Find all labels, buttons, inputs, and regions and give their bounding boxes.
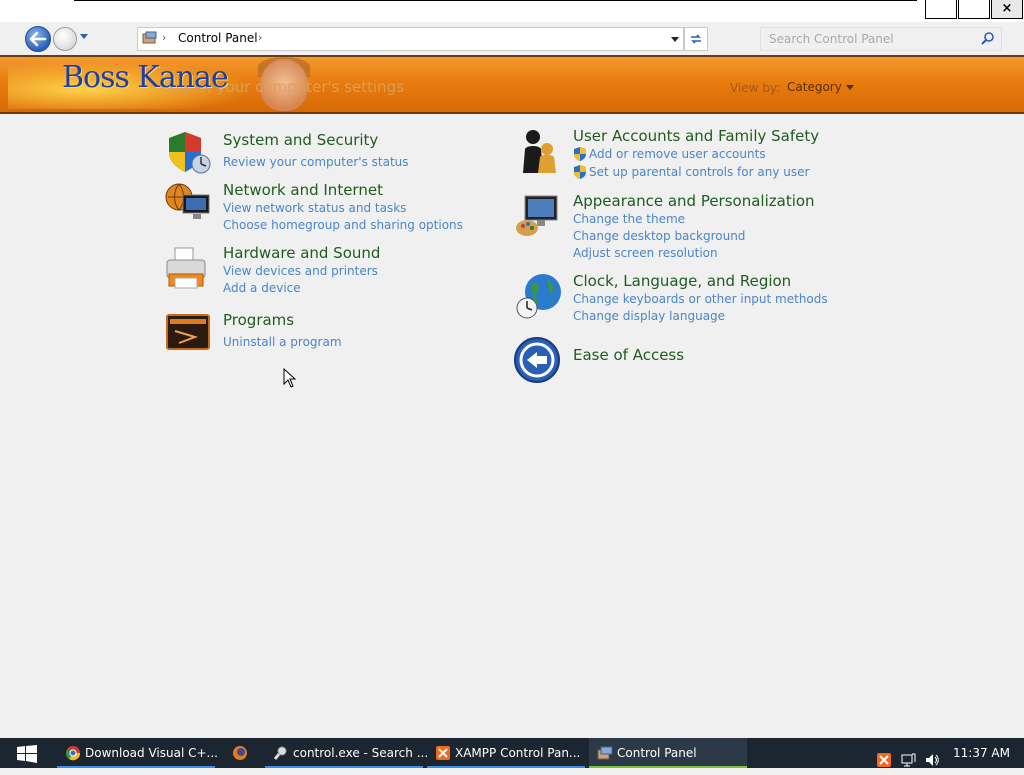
maximize-button[interactable] bbox=[958, 0, 990, 19]
taskbar-item-label: Control Panel bbox=[617, 746, 697, 760]
title-bar-gap bbox=[0, 0, 74, 1]
link-add-device[interactable]: Add a device bbox=[223, 281, 301, 295]
taskbar-item-label: control.exe - Search ... bbox=[293, 746, 429, 760]
globe-clock-icon[interactable] bbox=[515, 272, 563, 320]
windows-start-icon[interactable] bbox=[17, 745, 37, 763]
printer-icon[interactable] bbox=[165, 244, 213, 292]
link-desktop-background[interactable]: Change desktop background bbox=[573, 229, 745, 243]
title-bar: × bbox=[0, 0, 1024, 22]
category-title[interactable]: Hardware and Sound bbox=[223, 244, 380, 262]
link-view-devices[interactable]: View devices and printers bbox=[223, 264, 378, 278]
taskbar-item-xampp[interactable]: XAMPP Control Pan... bbox=[427, 738, 585, 768]
network-globe-icon[interactable] bbox=[165, 181, 213, 229]
category-title[interactable]: User Accounts and Family Safety bbox=[573, 127, 819, 145]
address-bar[interactable]: › Control Panel › bbox=[137, 27, 684, 51]
control-panel-icon bbox=[597, 746, 613, 760]
link-display-language[interactable]: Change display language bbox=[573, 309, 725, 323]
link-screen-resolution[interactable]: Adjust screen resolution bbox=[573, 246, 718, 260]
programs-icon[interactable] bbox=[165, 311, 213, 359]
clock[interactable]: 11:37 AM bbox=[953, 746, 1010, 760]
taskbar-item-search[interactable]: control.exe - Search ... bbox=[265, 738, 428, 768]
search-icon[interactable] bbox=[981, 31, 995, 45]
link-uninstall[interactable]: Uninstall a program bbox=[223, 335, 342, 349]
category-title[interactable]: Programs bbox=[223, 311, 294, 329]
view-by-dropdown[interactable]: Category bbox=[787, 80, 854, 94]
category-title[interactable]: System and Security bbox=[223, 131, 378, 149]
uac-shield-icon bbox=[574, 147, 586, 161]
close-button[interactable]: × bbox=[991, 0, 1023, 19]
refresh-button[interactable] bbox=[684, 27, 708, 51]
title-bar-line bbox=[74, 0, 917, 1]
taskbar-item-control-panel[interactable]: Control Panel bbox=[589, 738, 747, 768]
shield-icon[interactable] bbox=[165, 130, 213, 178]
address-dropdown-icon[interactable] bbox=[671, 37, 679, 42]
breadcrumb-separator-icon[interactable]: › bbox=[258, 31, 262, 44]
forward-button[interactable] bbox=[53, 27, 77, 51]
link-keyboards[interactable]: Change keyboards or other input methods bbox=[573, 292, 828, 306]
back-button[interactable] bbox=[25, 26, 51, 52]
breadcrumb-separator-icon[interactable]: › bbox=[162, 31, 166, 44]
taskbar-item-label: XAMPP Control Pan... bbox=[455, 746, 581, 760]
network-icon[interactable] bbox=[900, 745, 916, 775]
link-change-theme[interactable]: Change the theme bbox=[573, 212, 685, 226]
navigation-bar: › Control Panel › bbox=[0, 22, 1024, 54]
control-panel-header: Adjust your computer's settings Boss Kan… bbox=[0, 55, 1024, 114]
xampp-tray-icon[interactable] bbox=[876, 745, 892, 775]
firefox-icon bbox=[233, 746, 247, 760]
taskbar-item-firefox[interactable] bbox=[219, 738, 261, 768]
category-title[interactable]: Ease of Access bbox=[573, 346, 684, 364]
volume-icon[interactable] bbox=[924, 745, 940, 775]
search-box[interactable] bbox=[760, 27, 1002, 51]
monitor-paint-icon[interactable] bbox=[515, 192, 563, 240]
logo-text: Boss Kanae bbox=[62, 60, 229, 95]
users-icon[interactable] bbox=[515, 127, 563, 175]
link-network-status[interactable]: View network status and tasks bbox=[223, 201, 406, 215]
taskbar-item-chrome[interactable]: Download Visual C+... bbox=[57, 738, 218, 768]
xampp-icon bbox=[436, 746, 450, 760]
minimize-button[interactable] bbox=[925, 0, 957, 19]
refresh-icon bbox=[691, 34, 701, 44]
back-arrow-icon bbox=[29, 31, 47, 47]
recent-pages-dropdown-icon[interactable] bbox=[80, 34, 88, 39]
category-title[interactable]: Appearance and Personalization bbox=[573, 192, 815, 210]
taskbar-item-label: Download Visual C+... bbox=[85, 746, 218, 760]
link-review-status[interactable]: Review your computer's status bbox=[223, 155, 409, 169]
search-app-icon bbox=[273, 746, 287, 760]
view-by-label: View by: bbox=[730, 81, 781, 95]
link-parental-controls[interactable]: Set up parental controls for any user bbox=[589, 165, 809, 179]
link-homegroup[interactable]: Choose homegroup and sharing options bbox=[223, 218, 463, 232]
link-add-remove-users[interactable]: Add or remove user accounts bbox=[589, 147, 766, 161]
search-input[interactable] bbox=[767, 30, 971, 48]
mouse-cursor-icon bbox=[283, 368, 297, 388]
category-title[interactable]: Network and Internet bbox=[223, 181, 383, 199]
chrome-icon bbox=[65, 746, 81, 761]
uac-shield-icon bbox=[574, 165, 586, 179]
ease-of-access-icon[interactable] bbox=[513, 336, 561, 384]
breadcrumb-control-panel[interactable]: Control Panel bbox=[178, 31, 258, 45]
taskbar: Download Visual C+... control.exe - Sear… bbox=[0, 738, 1024, 768]
control-panel-icon bbox=[142, 31, 157, 44]
category-title[interactable]: Clock, Language, and Region bbox=[573, 272, 791, 290]
